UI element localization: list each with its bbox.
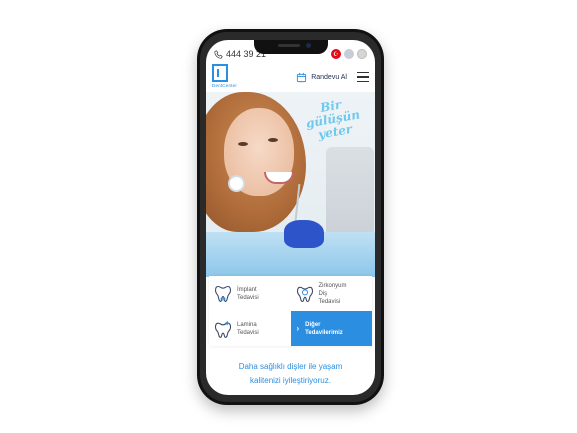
site-logo[interactable]: DentCenter (212, 64, 242, 90)
front-camera (305, 43, 311, 48)
implant-tooth-icon (214, 285, 232, 302)
phone-notch (253, 40, 328, 54)
other-treatments-label: Diğer Tedavilerimiz (305, 321, 343, 336)
appointment-label: Randevu Al (311, 73, 347, 81)
eye-shape (238, 142, 248, 146)
service-label: İmplant Tedavisi (237, 286, 259, 301)
service-lamina[interactable]: Lamina Tedavisi (209, 311, 291, 346)
calendar-icon (297, 72, 307, 82)
service-label: Lamina Tedavisi (237, 321, 259, 336)
hamburger-menu-icon[interactable] (357, 71, 369, 83)
phone-mockup: 444 39 21 ☪ DentCenter Randevu Al Bir gü… (197, 29, 384, 405)
chevron-right-icon: › (296, 323, 300, 333)
language-switcher: ☪ (331, 49, 367, 59)
phone-icon (214, 49, 223, 59)
hero-slogan: Bir gülüşün yeter (304, 97, 362, 142)
services-grid: İmplant Tedavisi Zirkonyum Diş Tedavisi … (209, 276, 372, 346)
german-flag-icon[interactable] (357, 49, 367, 59)
hero-banner: Bir gülüşün yeter (206, 92, 375, 277)
phone-screen: 444 39 21 ☪ DentCenter Randevu Al Bir gü… (206, 40, 375, 395)
eye-shape (268, 138, 278, 142)
service-implant[interactable]: İmplant Tedavisi (209, 276, 291, 311)
lamina-tooth-icon (214, 320, 232, 338)
zirconium-tooth-icon (296, 286, 313, 302)
tagline: Daha sağlıklı dişler ile yaşam kaliteniz… (238, 362, 343, 385)
logo-mark-icon (212, 64, 228, 82)
site-header: DentCenter Randevu Al (206, 62, 375, 92)
speaker-grille (277, 44, 300, 47)
dental-mirror-icon (228, 175, 245, 192)
other-treatments-button[interactable]: › Diğer Tedavilerimiz (290, 311, 372, 346)
dental-chair-shape (326, 147, 374, 237)
logo-text: DentCenter (212, 83, 238, 88)
service-zirconium[interactable]: Zirkonyum Diş Tedavisi (291, 276, 373, 311)
turkish-flag-icon[interactable]: ☪ (331, 49, 341, 59)
appointment-button[interactable]: Randevu Al (296, 72, 347, 83)
glove-shape (284, 220, 324, 248)
service-label: Zirkonyum Diş Tedavisi (318, 282, 347, 305)
english-flag-icon[interactable] (344, 49, 354, 59)
